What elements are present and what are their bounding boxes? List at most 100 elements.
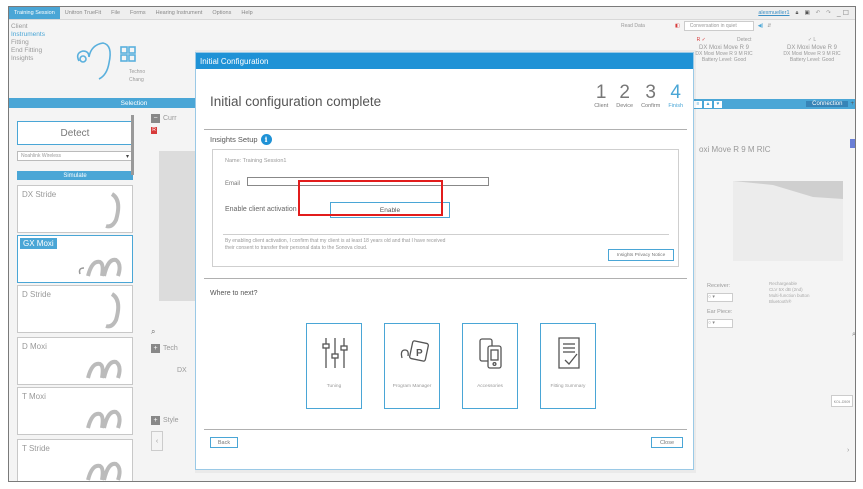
step-number: 3: [645, 82, 656, 103]
device-card[interactable]: T Moxi: [17, 387, 133, 435]
consent-text: By enabling client activation, I confirm…: [225, 238, 446, 251]
receiver-select[interactable]: ○ ▾: [707, 293, 733, 302]
menu-item-file[interactable]: File: [106, 10, 125, 16]
heart-icon[interactable]: ♥: [714, 100, 722, 108]
step-number: 4: [670, 82, 681, 103]
receiver-label: Receiver:: [707, 283, 731, 289]
step-indicator: 1 Client 2 Device 3 Confirm 4 Finish: [594, 83, 683, 109]
tile-label: Fitting Summary: [550, 384, 586, 389]
client-name: Name: Training Session1: [225, 158, 287, 164]
step-device: 2 Device: [616, 83, 633, 109]
device-features: Rechargeable CLV 5X dB (2nd) Multi-funct…: [769, 281, 810, 305]
insights-privacy-notice-button[interactable]: Insights Privacy Notice: [608, 249, 674, 261]
scroll-left-icon[interactable]: ‹: [151, 431, 163, 451]
sliders-icon: [322, 338, 348, 368]
device-list-scrollbar[interactable]: [131, 115, 134, 175]
tile-label: Tuning: [326, 384, 342, 389]
expand-icon[interactable]: +: [151, 415, 160, 425]
device-name: T Stride: [22, 444, 50, 453]
receiver-hearing-aid-icon: [105, 192, 121, 229]
nav-fitting[interactable]: Fitting: [11, 39, 64, 47]
window-controls[interactable]: _ ☐: [837, 9, 849, 17]
chevron-down-icon[interactable]: ▾: [126, 153, 129, 160]
device-grid-icon[interactable]: [120, 46, 136, 62]
lock-icon[interactable]: 🔒︎: [796, 10, 799, 17]
detect-label[interactable]: Detect: [737, 37, 751, 43]
hearing-aid-pair-icon: [86, 359, 122, 379]
search-icon[interactable]: ⌕: [151, 327, 155, 337]
device-name: T Moxi: [22, 392, 46, 401]
programming-interface-select[interactable]: Noahlink Wireless ▾: [17, 151, 133, 161]
warning-icon[interactable]: ▲: [704, 100, 712, 108]
close-button[interactable]: Close: [651, 437, 683, 448]
nav-end-fitting[interactable]: End Fitting: [11, 47, 64, 55]
undo-icon[interactable]: ↶: [816, 10, 821, 16]
technology-label: Techno: [129, 69, 145, 75]
step-number: 2: [619, 82, 630, 103]
gain-curve: [733, 181, 843, 199]
insights-setup-heading: Insights Setup i: [210, 134, 272, 145]
expand-icon[interactable]: +: [151, 343, 160, 353]
device-card[interactable]: T Stride: [17, 439, 133, 481]
accessories-tile[interactable]: Accessories: [462, 323, 518, 409]
device-card-selected[interactable]: GX Moxi: [17, 235, 133, 283]
volume-marker-icon: ◧: [675, 23, 680, 29]
device-name: DX Stride: [22, 190, 57, 199]
info-icon[interactable]: i: [260, 134, 272, 145]
device-card[interactable]: D Moxi: [17, 337, 133, 385]
enable-highlight-annotation: [298, 180, 443, 216]
nav-client[interactable]: Client: [11, 23, 64, 31]
device-card[interactable]: D Stride: [17, 285, 133, 333]
right-gain-chart: [733, 181, 843, 261]
menu-item-options[interactable]: Options: [207, 10, 236, 16]
back-button[interactable]: Back: [210, 437, 238, 448]
step-label: Client: [594, 103, 609, 109]
redo-icon[interactable]: ↷: [826, 10, 831, 16]
collapse-icon[interactable]: −: [151, 113, 160, 123]
menu-item-app[interactable]: Unitron TrueFit: [60, 10, 106, 16]
speaker-icon[interactable]: ◀︎): [758, 23, 764, 29]
detect-button[interactable]: Detect: [17, 121, 133, 145]
connection-bar: ▦ ≡ ▲ ♥ Connection +: [681, 99, 855, 109]
step-client: 1 Client: [594, 83, 608, 109]
device-card[interactable]: DX Stride: [17, 185, 133, 233]
device-status-panel: Read Data ◧ Conversation in quiet ◀︎) ⇵ …: [621, 21, 855, 109]
step-confirm: 3 Confirm: [641, 83, 660, 109]
insights-setup-box: Name: Training Session1 Email Enable cli…: [212, 149, 679, 267]
program-manager-tile[interactable]: P Program Manager: [384, 323, 440, 409]
step-number: 1: [595, 82, 607, 103]
training-session-badge[interactable]: Training Session: [9, 7, 60, 19]
earpiece-select[interactable]: ○ ▾: [707, 319, 733, 328]
program-select[interactable]: Conversation in quiet: [683, 21, 754, 31]
nav-instruments[interactable]: Instruments: [11, 31, 64, 39]
search-icon[interactable]: ⌕: [852, 331, 855, 339]
step-label: Confirm: [641, 103, 661, 109]
hearing-aid-icon[interactable]: [76, 42, 111, 80]
user-link[interactable]: alexmueller1: [758, 10, 789, 16]
email-label: Email: [225, 181, 241, 187]
device-name: GX Moxi: [20, 238, 57, 249]
menu-item-forms[interactable]: Forms: [125, 10, 151, 16]
footer-divider: [204, 429, 687, 430]
dialog-heading: Initial configuration complete: [210, 94, 382, 109]
sync-icon[interactable]: ⇵: [767, 23, 771, 29]
menu-item-help[interactable]: Help: [236, 10, 257, 16]
device-chart-title: oxi Move R 9 M RIC: [699, 145, 771, 154]
connection-button[interactable]: Connection: [806, 101, 849, 107]
tuning-tile[interactable]: Tuning: [306, 323, 362, 409]
nav-insights[interactable]: Insights: [11, 55, 64, 63]
scroll-right-icon[interactable]: ›: [847, 447, 849, 454]
feature-bluetooth: Bluetooth®: [769, 299, 792, 304]
right-ear-marker: [850, 139, 855, 148]
menu-item-hearing-instrument[interactable]: Hearing Instrument: [151, 10, 208, 16]
fitting-summary-tile[interactable]: Fitting Summary: [540, 323, 596, 409]
read-data-label[interactable]: Read Data: [621, 23, 671, 29]
initial-configuration-dialog: Initial Configuration Initial configurat…: [195, 52, 694, 470]
svg-text:P: P: [416, 348, 423, 359]
save-icon[interactable]: ▣: [804, 10, 809, 16]
hearing-aid-pair-icon: [86, 409, 122, 429]
header-divider: [204, 129, 687, 130]
menubar-right: alexmueller1 🔒︎ ▣ ↶ ↷ _ ☐: [758, 9, 855, 18]
fitting-summary-icon: [558, 337, 580, 369]
add-icon[interactable]: +: [850, 101, 854, 107]
